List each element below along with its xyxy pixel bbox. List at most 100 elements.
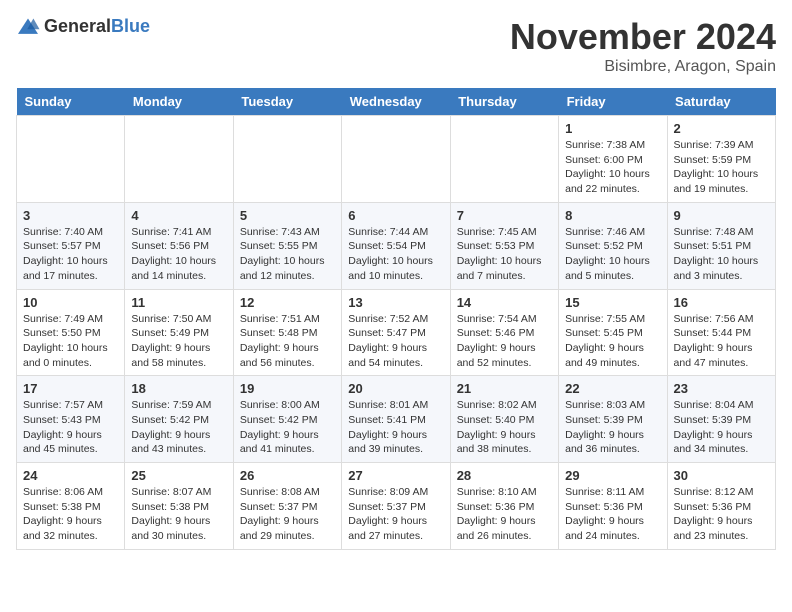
day-number: 16 xyxy=(674,295,769,310)
day-number: 10 xyxy=(23,295,118,310)
day-info: Sunrise: 7:40 AMSunset: 5:57 PMDaylight:… xyxy=(23,225,118,284)
day-info: Sunrise: 7:44 AMSunset: 5:54 PMDaylight:… xyxy=(348,225,443,284)
day-info: Sunrise: 7:41 AMSunset: 5:56 PMDaylight:… xyxy=(131,225,226,284)
calendar-cell: 30 Sunrise: 8:12 AMSunset: 5:36 PMDayligh… xyxy=(667,463,775,550)
day-number: 17 xyxy=(23,381,118,396)
day-info: Sunrise: 8:08 AMSunset: 5:37 PMDaylight:… xyxy=(240,485,335,544)
calendar-cell: 4 Sunrise: 7:41 AMSunset: 5:56 PMDaylight… xyxy=(125,202,233,289)
logo-general-text: General xyxy=(44,16,111,36)
day-number: 5 xyxy=(240,208,335,223)
day-info: Sunrise: 8:09 AMSunset: 5:37 PMDaylight:… xyxy=(348,485,443,544)
day-info: Sunrise: 7:50 AMSunset: 5:49 PMDaylight:… xyxy=(131,312,226,371)
title-area: November 2024 Bisimbre, Aragon, Spain xyxy=(510,16,776,76)
col-tuesday: Tuesday xyxy=(233,88,341,116)
day-number: 14 xyxy=(457,295,552,310)
day-number: 8 xyxy=(565,208,660,223)
logo: GeneralBlue xyxy=(16,16,150,37)
calendar-week-2: 3Sunrise: 7:40 AMSunset: 5:57 PMDaylight… xyxy=(17,202,776,289)
calendar-cell: 17 Sunrise: 7:57 AMSunset: 5:43 PMDayligh… xyxy=(17,376,125,463)
day-number: 12 xyxy=(240,295,335,310)
day-info: Sunrise: 7:54 AMSunset: 5:46 PMDaylight:… xyxy=(457,312,552,371)
day-number: 30 xyxy=(674,468,769,483)
day-number: 23 xyxy=(674,381,769,396)
calendar-cell: 23Sunrise: 8:04 AMSunset: 5:39 PMDayligh… xyxy=(667,376,775,463)
calendar-cell xyxy=(233,116,341,203)
day-info: Sunrise: 7:55 AMSunset: 5:45 PMDaylight:… xyxy=(565,312,660,371)
calendar-cell: 20 Sunrise: 8:01 AMSunset: 5:41 PMDayligh… xyxy=(342,376,450,463)
calendar-cell: 2 Sunrise: 7:39 AMSunset: 5:59 PMDaylight… xyxy=(667,116,775,203)
calendar-cell: 29 Sunrise: 8:11 AMSunset: 5:36 PMDayligh… xyxy=(559,463,667,550)
calendar-cell: 15 Sunrise: 7:55 AMSunset: 5:45 PMDayligh… xyxy=(559,289,667,376)
day-number: 18 xyxy=(131,381,226,396)
day-number: 29 xyxy=(565,468,660,483)
day-info: Sunrise: 7:56 AMSunset: 5:44 PMDaylight:… xyxy=(674,312,769,371)
day-info: Sunrise: 8:02 AMSunset: 5:40 PMDaylight:… xyxy=(457,398,552,457)
day-info: Sunrise: 7:57 AMSunset: 5:43 PMDaylight:… xyxy=(23,398,118,457)
day-info: Sunrise: 7:52 AMSunset: 5:47 PMDaylight:… xyxy=(348,312,443,371)
calendar-cell: 12 Sunrise: 7:51 AMSunset: 5:48 PMDayligh… xyxy=(233,289,341,376)
day-number: 1 xyxy=(565,121,660,136)
calendar-cell: 18Sunrise: 7:59 AMSunset: 5:42 PMDayligh… xyxy=(125,376,233,463)
calendar-cell: 14 Sunrise: 7:54 AMSunset: 5:46 PMDayligh… xyxy=(450,289,558,376)
day-number: 6 xyxy=(348,208,443,223)
day-info: Sunrise: 8:00 AMSunset: 5:42 PMDaylight:… xyxy=(240,398,335,457)
calendar-cell: 16 Sunrise: 7:56 AMSunset: 5:44 PMDayligh… xyxy=(667,289,775,376)
calendar-cell: 27 Sunrise: 8:09 AMSunset: 5:37 PMDayligh… xyxy=(342,463,450,550)
calendar-cell: 22 Sunrise: 8:03 AMSunset: 5:39 PMDayligh… xyxy=(559,376,667,463)
day-info: Sunrise: 8:03 AMSunset: 5:39 PMDaylight:… xyxy=(565,398,660,457)
calendar-cell xyxy=(342,116,450,203)
logo-blue-text: Blue xyxy=(111,16,150,36)
day-number: 26 xyxy=(240,468,335,483)
col-wednesday: Wednesday xyxy=(342,88,450,116)
day-info: Sunrise: 8:11 AMSunset: 5:36 PMDaylight:… xyxy=(565,485,660,544)
day-number: 22 xyxy=(565,381,660,396)
day-info: Sunrise: 7:48 AMSunset: 5:51 PMDaylight:… xyxy=(674,225,769,284)
day-number: 2 xyxy=(674,121,769,136)
day-info: Sunrise: 7:39 AMSunset: 5:59 PMDaylight:… xyxy=(674,138,769,197)
col-monday: Monday xyxy=(125,88,233,116)
day-info: Sunrise: 8:01 AMSunset: 5:41 PMDaylight:… xyxy=(348,398,443,457)
day-info: Sunrise: 7:49 AMSunset: 5:50 PMDaylight:… xyxy=(23,312,118,371)
calendar-cell xyxy=(450,116,558,203)
day-number: 15 xyxy=(565,295,660,310)
day-number: 28 xyxy=(457,468,552,483)
col-thursday: Thursday xyxy=(450,88,558,116)
calendar-week-3: 10 Sunrise: 7:49 AMSunset: 5:50 PMDayligh… xyxy=(17,289,776,376)
calendar-cell: 26 Sunrise: 8:08 AMSunset: 5:37 PMDayligh… xyxy=(233,463,341,550)
calendar-week-5: 24Sunrise: 8:06 AMSunset: 5:38 PMDayligh… xyxy=(17,463,776,550)
day-info: Sunrise: 8:06 AMSunset: 5:38 PMDaylight:… xyxy=(23,485,118,544)
header: GeneralBlue November 2024 Bisimbre, Arag… xyxy=(16,16,776,76)
calendar-cell xyxy=(125,116,233,203)
day-info: Sunrise: 7:43 AMSunset: 5:55 PMDaylight:… xyxy=(240,225,335,284)
calendar-cell: 9 Sunrise: 7:48 AMSunset: 5:51 PMDaylight… xyxy=(667,202,775,289)
calendar-cell: 7Sunrise: 7:45 AMSunset: 5:53 PMDaylight… xyxy=(450,202,558,289)
month-title: November 2024 xyxy=(510,16,776,58)
calendar-week-4: 17 Sunrise: 7:57 AMSunset: 5:43 PMDayligh… xyxy=(17,376,776,463)
day-number: 20 xyxy=(348,381,443,396)
calendar-cell: 3Sunrise: 7:40 AMSunset: 5:57 PMDaylight… xyxy=(17,202,125,289)
calendar-cell: 5 Sunrise: 7:43 AMSunset: 5:55 PMDaylight… xyxy=(233,202,341,289)
calendar-cell: 21Sunrise: 8:02 AMSunset: 5:40 PMDayligh… xyxy=(450,376,558,463)
col-saturday: Saturday xyxy=(667,88,775,116)
calendar-cell: 25 Sunrise: 8:07 AMSunset: 5:38 PMDayligh… xyxy=(125,463,233,550)
day-number: 25 xyxy=(131,468,226,483)
day-info: Sunrise: 8:10 AMSunset: 5:36 PMDaylight:… xyxy=(457,485,552,544)
day-number: 27 xyxy=(348,468,443,483)
day-number: 11 xyxy=(131,295,226,310)
day-info: Sunrise: 8:07 AMSunset: 5:38 PMDaylight:… xyxy=(131,485,226,544)
day-info: Sunrise: 8:12 AMSunset: 5:36 PMDaylight:… xyxy=(674,485,769,544)
logo-icon xyxy=(16,17,40,37)
calendar-table: Sunday Monday Tuesday Wednesday Thursday… xyxy=(16,88,776,550)
day-info: Sunrise: 7:38 AMSunset: 6:00 PMDaylight:… xyxy=(565,138,660,197)
day-number: 13 xyxy=(348,295,443,310)
calendar-week-1: 1 Sunrise: 7:38 AMSunset: 6:00 PMDaylight… xyxy=(17,116,776,203)
calendar-cell: 11 Sunrise: 7:50 AMSunset: 5:49 PMDayligh… xyxy=(125,289,233,376)
day-number: 9 xyxy=(674,208,769,223)
calendar-cell: 6 Sunrise: 7:44 AMSunset: 5:54 PMDaylight… xyxy=(342,202,450,289)
col-sunday: Sunday xyxy=(17,88,125,116)
day-info: Sunrise: 7:51 AMSunset: 5:48 PMDaylight:… xyxy=(240,312,335,371)
calendar-cell: 13 Sunrise: 7:52 AMSunset: 5:47 PMDayligh… xyxy=(342,289,450,376)
day-number: 4 xyxy=(131,208,226,223)
day-info: Sunrise: 7:46 AMSunset: 5:52 PMDaylight:… xyxy=(565,225,660,284)
calendar-cell: 24Sunrise: 8:06 AMSunset: 5:38 PMDayligh… xyxy=(17,463,125,550)
